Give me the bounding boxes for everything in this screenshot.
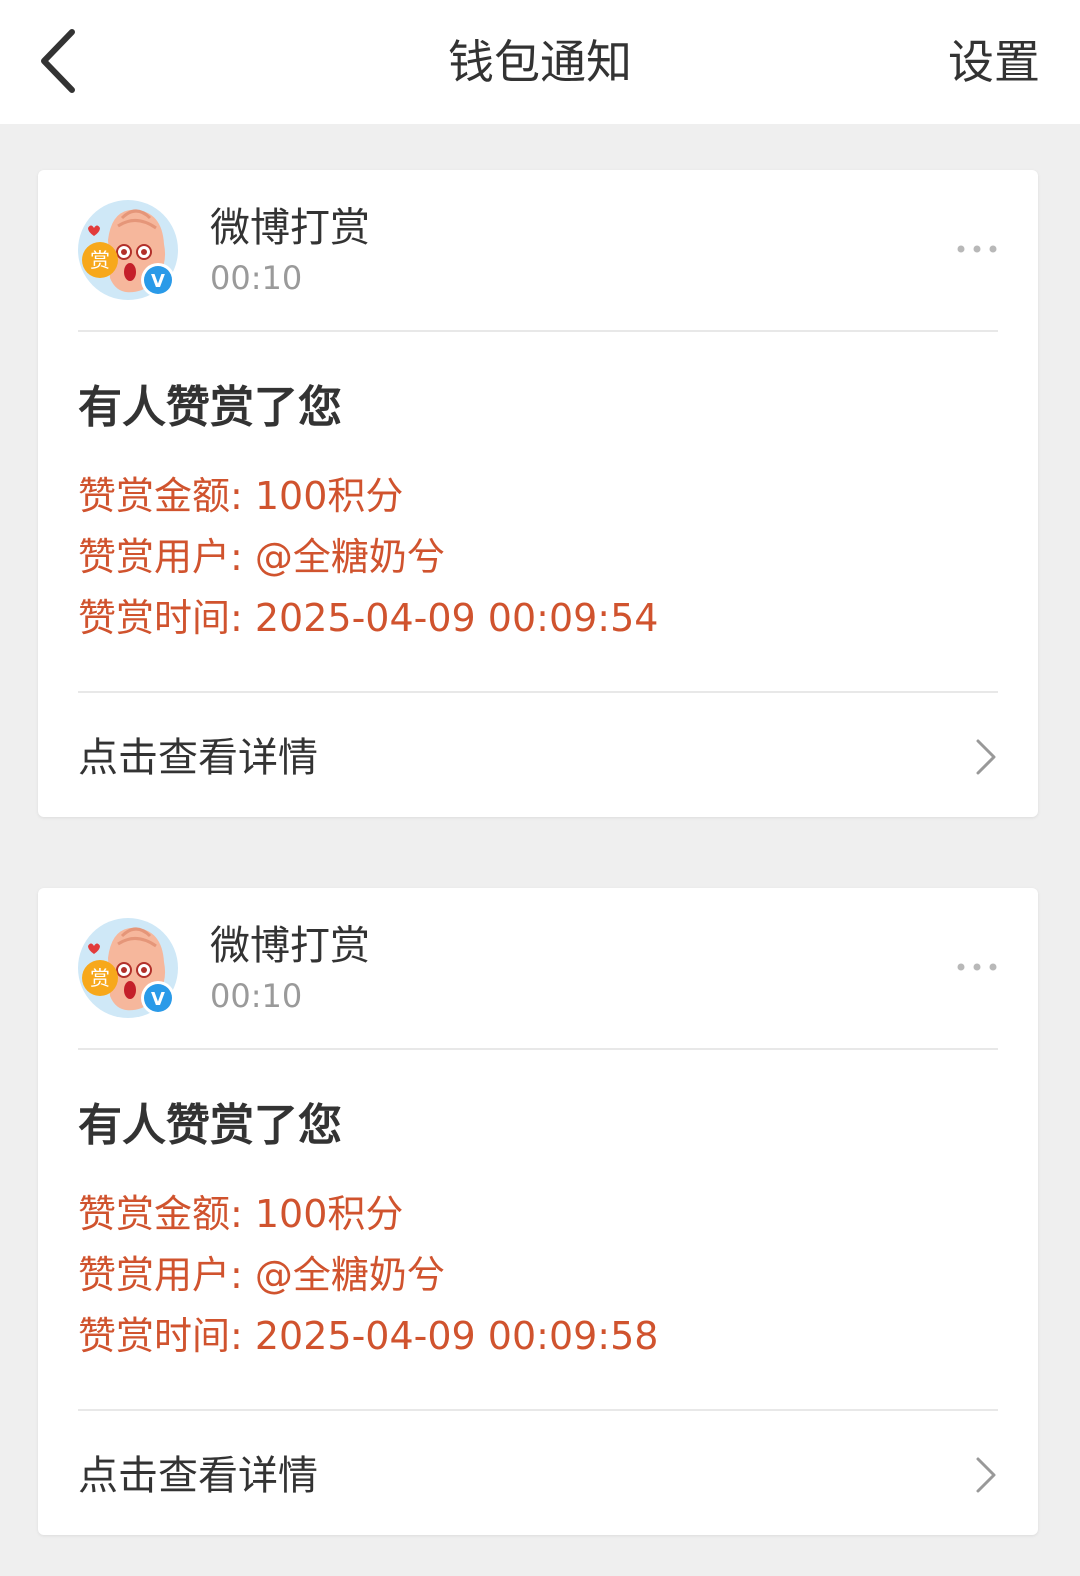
reward-avatar-icon[interactable]: 赏 V — [78, 200, 178, 300]
verified-badge-icon: V — [151, 989, 165, 1010]
reward-time: 赞赏时间: 2025-04-09 00:09:58 — [78, 1314, 659, 1358]
sender-name: 微博打赏 — [210, 205, 370, 251]
view-details-row[interactable]: 点击查看详情 — [38, 693, 1038, 817]
top-navigation-bar: 钱包通知 设置 — [0, 0, 1080, 124]
notification-time: 00:10 — [210, 977, 303, 1015]
notification-time: 00:10 — [210, 259, 303, 297]
sender-name: 微博打赏 — [210, 923, 370, 969]
chevron-right-icon — [976, 1457, 996, 1493]
notification-body: 有人赞赏了您 赞赏金额: 100积分 赞赏用户: @全糖奶兮 赞赏时间: 202… — [38, 1050, 1038, 1409]
notification-title: 有人赞赏了您 — [78, 382, 342, 433]
verified-badge-icon: V — [151, 271, 165, 292]
notification-title: 有人赞赏了您 — [78, 1100, 342, 1151]
card-header: 赏 V 微博打赏 00:10 — [38, 888, 1038, 1048]
view-details-label: 点击查看详情 — [78, 735, 318, 781]
notification-details: 赞赏金额: 100积分 赞赏用户: @全糖奶兮 赞赏时间: 2025-04-09… — [78, 1184, 998, 1367]
notification-card: 赏 V 微博打赏 00:10 有人赞赏了您 赞赏金额: 100积分 赞赏用户: … — [38, 170, 1038, 817]
view-details-label: 点击查看详情 — [78, 1453, 318, 1499]
reward-user: 赞赏用户: @全糖奶兮 — [78, 1253, 445, 1297]
reward-amount: 赞赏金额: 100积分 — [78, 474, 404, 518]
back-icon[interactable] — [30, 26, 90, 96]
settings-button[interactable]: 设置 — [948, 0, 1040, 124]
reward-amount: 赞赏金额: 100积分 — [78, 1192, 404, 1236]
notification-body: 有人赞赏了您 赞赏金额: 100积分 赞赏用户: @全糖奶兮 赞赏时间: 202… — [38, 332, 1038, 691]
reward-time: 赞赏时间: 2025-04-09 00:09:54 — [78, 596, 659, 640]
view-details-row[interactable]: 点击查看详情 — [38, 1411, 1038, 1535]
more-options-icon[interactable] — [956, 954, 998, 980]
reward-avatar-icon[interactable]: 赏 V — [78, 918, 178, 1018]
card-header: 赏 V 微博打赏 00:10 — [38, 170, 1038, 330]
more-options-icon[interactable] — [956, 236, 998, 262]
reward-user: 赞赏用户: @全糖奶兮 — [78, 535, 445, 579]
page-title: 钱包通知 — [448, 35, 632, 89]
chevron-right-icon — [976, 739, 996, 775]
avatar-badge-text: 赏 — [90, 966, 110, 990]
avatar-badge-text: 赏 — [90, 248, 110, 272]
notification-details: 赞赏金额: 100积分 赞赏用户: @全糖奶兮 赞赏时间: 2025-04-09… — [78, 466, 998, 649]
notification-card: 赏 V 微博打赏 00:10 有人赞赏了您 赞赏金额: 100积分 赞赏用户: … — [38, 888, 1038, 1535]
